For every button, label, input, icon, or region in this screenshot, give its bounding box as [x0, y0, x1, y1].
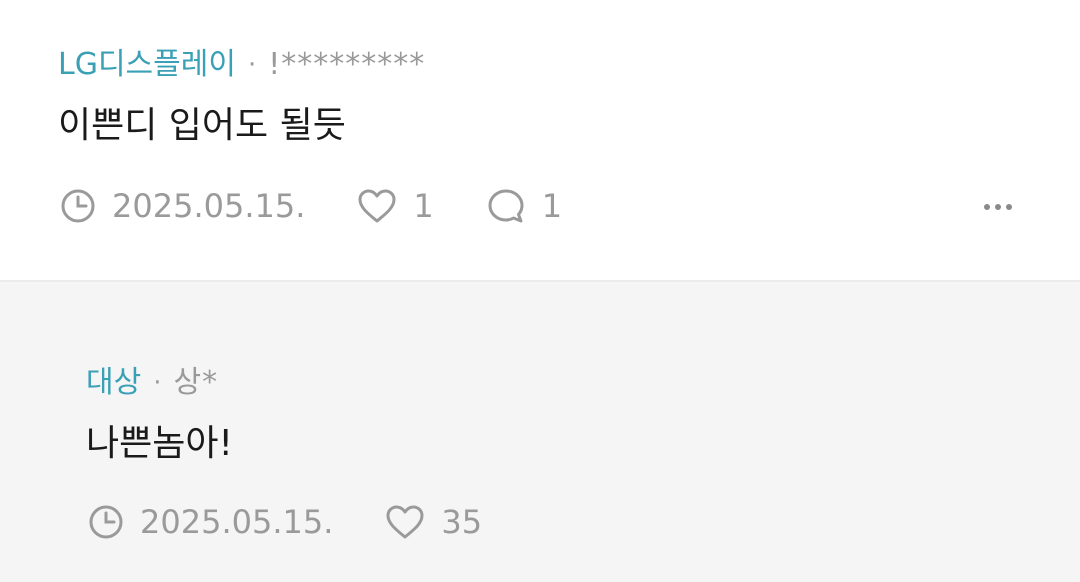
reply-date: 2025.05.15. [140, 503, 334, 541]
comment-user-id: !********* [268, 47, 426, 82]
reply-bubble-icon[interactable] [486, 188, 526, 224]
author-separator: · [153, 368, 162, 398]
reply-count: 1 [541, 187, 563, 225]
ellipsis-dot [995, 204, 1001, 210]
comment-text: 이쁜디 입어도 될듯 [58, 105, 346, 146]
more-options-button[interactable] [984, 204, 1012, 210]
ellipsis-dot [1006, 204, 1012, 210]
clock-icon [88, 504, 124, 540]
like-count: 35 [441, 503, 483, 541]
reply-text: 나쁜놈아! [86, 423, 233, 464]
clock-icon [60, 188, 96, 224]
like-heart-icon[interactable] [357, 188, 397, 224]
like-count: 1 [413, 187, 434, 225]
reply-author-line: 대상 · 상* [86, 368, 218, 398]
author-separator: · [247, 50, 257, 80]
reply-meta: 2025.05.15. 35 [88, 504, 482, 540]
comment-author-name[interactable]: LG디스플레이 [58, 50, 236, 80]
ellipsis-dot [984, 204, 990, 210]
reply-item: 대상 · 상* 나쁜놈아! 2025.05.15. 35 [0, 282, 1080, 582]
comment-author-line: LG디스플레이 · !********* [58, 50, 425, 80]
like-heart-icon[interactable] [385, 504, 425, 540]
reply-user-id: 상* [173, 365, 219, 400]
comment-date: 2025.05.15. [112, 187, 306, 225]
comment-item: LG디스플레이 · !********* 이쁜디 입어도 될듯 2025.05.… [0, 0, 1080, 282]
reply-author-name[interactable]: 대상 [86, 368, 141, 398]
comment-meta: 2025.05.15. 1 1 [60, 188, 562, 224]
